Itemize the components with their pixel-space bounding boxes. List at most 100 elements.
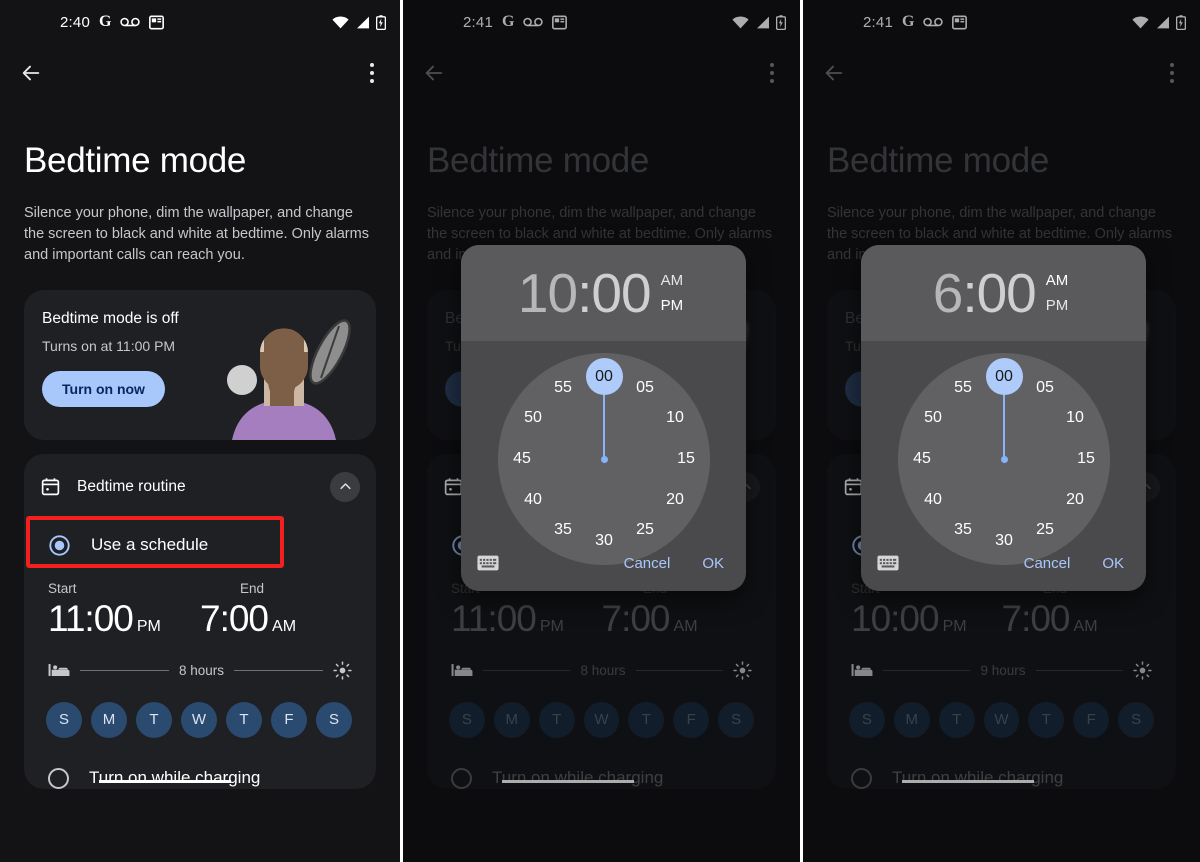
selected-minute-indicator[interactable]: 00 [585, 358, 623, 395]
radio-unselected-icon[interactable] [851, 767, 872, 789]
minute-clock-face[interactable]: 05 10 15 20 25 30 35 40 45 50 55 00 [898, 353, 1110, 565]
time-picker-minute[interactable]: 00 [591, 262, 651, 324]
day-chip-1[interactable]: M [91, 701, 127, 738]
minute-clock-face[interactable]: 05 10 15 20 25 30 35 40 45 50 55 00 [498, 353, 710, 565]
status-bar: 2:41 G [803, 0, 1200, 44]
collapse-toggle-button[interactable] [330, 471, 360, 502]
day-chip-3[interactable]: W [181, 701, 217, 738]
minute-tick-15[interactable]: 15 [1069, 447, 1103, 471]
overflow-menu-button[interactable] [1164, 57, 1180, 89]
duration-line-right [635, 669, 723, 671]
day-chip-1[interactable]: M [493, 701, 530, 738]
day-chip-3[interactable]: W [983, 701, 1020, 738]
day-chip-6[interactable]: S [718, 701, 755, 738]
minute-tick-50[interactable]: 50 [916, 406, 950, 430]
time-picker-minute[interactable]: 00 [977, 262, 1037, 324]
start-time-button[interactable]: 10:00 PM [851, 600, 1002, 637]
bedtime-illustration [212, 310, 372, 440]
start-end-times: 11:00 PM 7:00 AM [443, 600, 760, 637]
page-title: Bedtime mode [427, 141, 650, 180]
overflow-menu-button[interactable] [364, 57, 380, 89]
duration-line-left [883, 669, 971, 671]
selected-minute-indicator[interactable]: 00 [985, 358, 1023, 395]
radio-unselected-icon[interactable] [48, 767, 69, 789]
battery-charging-icon [1176, 14, 1186, 30]
minute-tick-50[interactable]: 50 [516, 406, 550, 430]
turn-on-while-charging-option[interactable]: Turn on while charging [843, 767, 1160, 789]
minute-tick-05[interactable]: 05 [628, 376, 662, 400]
minute-tick-15[interactable]: 15 [669, 447, 703, 471]
turn-on-while-charging-label: Turn on while charging [892, 768, 1064, 788]
day-chip-4[interactable]: T [628, 701, 665, 738]
time-picker-hour[interactable]: 6 [933, 262, 964, 324]
start-time-button[interactable]: 11:00 PM [48, 600, 200, 637]
day-chip-2[interactable]: T [938, 701, 975, 738]
turn-on-while-charging-option[interactable]: Turn on while charging [443, 767, 760, 789]
back-button[interactable] [823, 62, 845, 84]
day-chip-3[interactable]: W [583, 701, 620, 738]
status-bar-clock: 2:41 [463, 13, 493, 31]
minute-tick-45[interactable]: 45 [505, 447, 539, 471]
end-time-button[interactable]: 7:00 AM [1002, 600, 1153, 637]
day-chip-0[interactable]: S [46, 701, 82, 738]
keyboard-input-toggle[interactable] [477, 555, 499, 571]
start-time-button[interactable]: 11:00 PM [451, 600, 602, 637]
back-button[interactable] [423, 62, 445, 84]
minute-tick-20[interactable]: 20 [658, 488, 692, 512]
radio-selected-icon[interactable] [48, 534, 71, 557]
minute-tick-55[interactable]: 55 [946, 376, 980, 400]
minute-tick-10[interactable]: 10 [1058, 406, 1092, 430]
duration-line-right [234, 669, 323, 671]
ok-button[interactable]: OK [700, 549, 726, 578]
pm-button[interactable]: PM [661, 298, 684, 313]
radio-unselected-icon[interactable] [451, 767, 472, 789]
bedtime-routine-title: Bedtime routine [77, 477, 186, 495]
minute-tick-05[interactable]: 05 [1028, 376, 1062, 400]
day-chip-1[interactable]: M [893, 701, 930, 738]
end-time-button[interactable]: 7:00 AM [200, 600, 352, 637]
screenshot-icon [952, 15, 968, 30]
cancel-button[interactable]: Cancel [622, 549, 673, 578]
minute-tick-10[interactable]: 10 [658, 406, 692, 430]
minute-tick-45[interactable]: 45 [905, 447, 939, 471]
voicemail-icon [523, 16, 544, 28]
back-button[interactable] [20, 62, 42, 84]
signal-icon [1155, 16, 1170, 29]
start-end-labels: Start End [40, 581, 360, 596]
day-chip-6[interactable]: S [1118, 701, 1155, 738]
end-time-value: 7:00 [601, 597, 671, 639]
am-button[interactable]: AM [661, 273, 684, 288]
day-chip-2[interactable]: T [538, 701, 575, 738]
turn-on-now-button[interactable]: Turn on now [42, 370, 165, 407]
time-picker-body: 05 10 15 20 25 30 35 40 45 50 55 00 Cancel OK [861, 341, 1146, 591]
turn-on-while-charging-option[interactable]: Turn on while charging [40, 767, 360, 789]
end-time-meridiem: AM [673, 617, 698, 635]
wifi-icon [732, 16, 749, 29]
minute-tick-40[interactable]: 40 [516, 488, 550, 512]
cancel-button[interactable]: Cancel [1022, 549, 1073, 578]
end-time-button[interactable]: 7:00 AM [602, 600, 753, 637]
keyboard-input-toggle[interactable] [877, 555, 899, 571]
time-picker-hour[interactable]: 10 [518, 262, 578, 324]
day-chip-4[interactable]: T [1028, 701, 1065, 738]
google-icon: G [99, 13, 112, 30]
day-chip-4[interactable]: T [226, 701, 262, 738]
minute-tick-40[interactable]: 40 [916, 488, 950, 512]
day-chip-5[interactable]: F [673, 701, 710, 738]
duration-text: 8 hours [178, 662, 225, 678]
am-button[interactable]: AM [1046, 273, 1069, 288]
minute-tick-20[interactable]: 20 [1058, 488, 1092, 512]
status-bar-right [1132, 14, 1186, 30]
use-a-schedule-option[interactable]: Use a schedule [26, 515, 360, 568]
day-chip-0[interactable]: S [449, 701, 485, 738]
time-picker-display: 6:00 [933, 265, 1037, 321]
day-chip-2[interactable]: T [136, 701, 172, 738]
day-chip-0[interactable]: S [849, 701, 885, 738]
pm-button[interactable]: PM [1046, 298, 1069, 313]
day-chip-5[interactable]: F [1073, 701, 1110, 738]
minute-tick-55[interactable]: 55 [546, 376, 580, 400]
day-chip-5[interactable]: F [271, 701, 307, 738]
overflow-menu-button[interactable] [764, 57, 780, 89]
day-chip-6[interactable]: S [316, 701, 352, 738]
ok-button[interactable]: OK [1100, 549, 1126, 578]
